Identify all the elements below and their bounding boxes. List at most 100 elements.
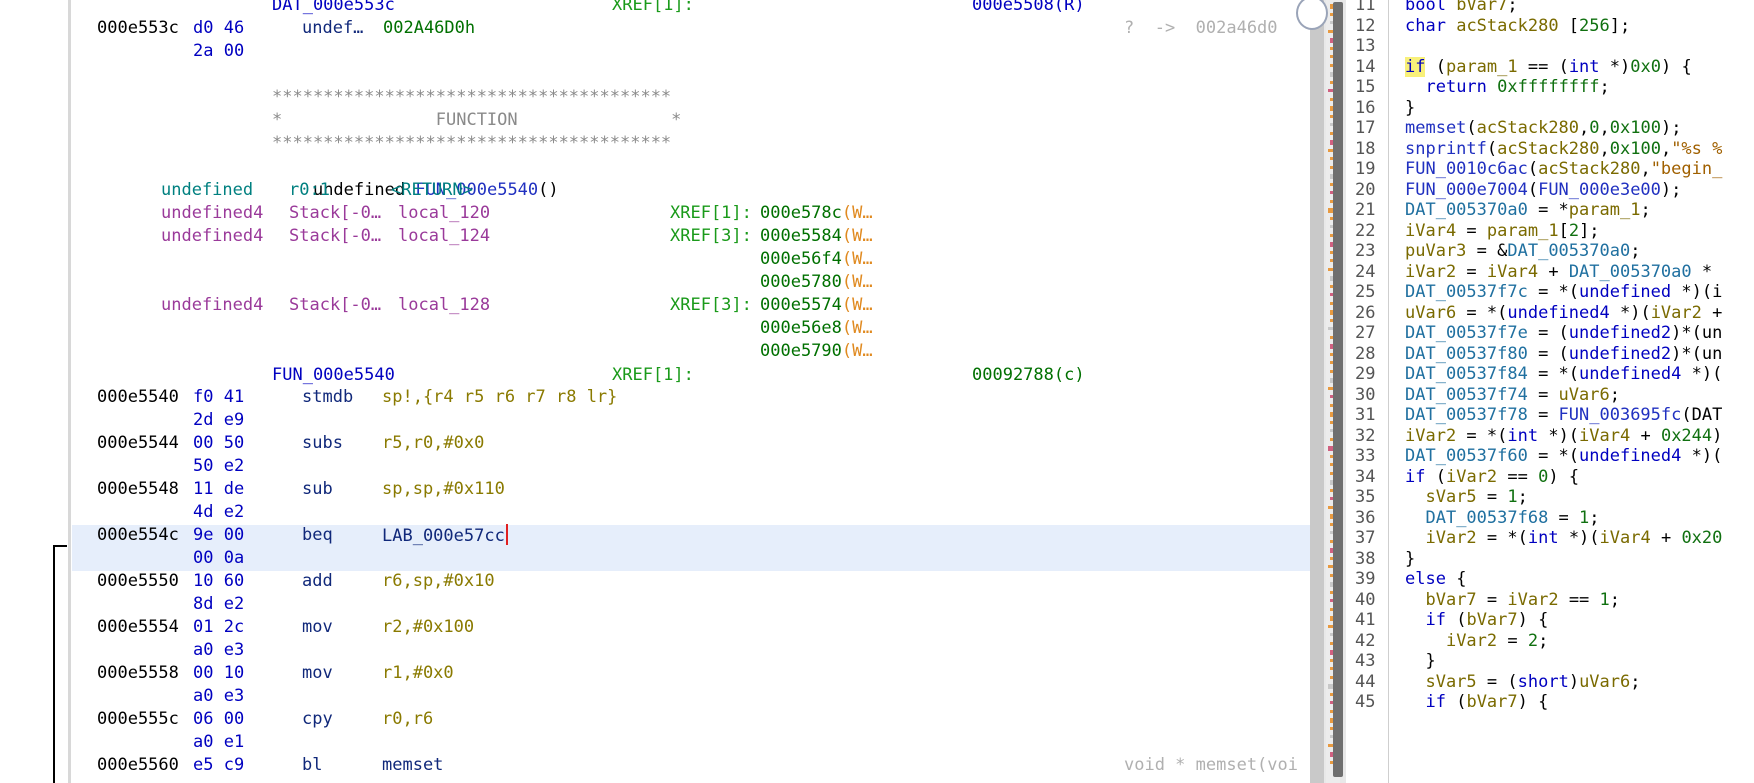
instruction-operand[interactable]: sp,sp,#0x110 bbox=[382, 478, 505, 501]
decompiler-code-line[interactable]: uVar6 = *(undefined4 *)(iVar2 + bbox=[1405, 303, 1722, 323]
xref-label: XREF[1]: bbox=[612, 365, 694, 385]
param-storage: Stack[-0… bbox=[289, 203, 382, 223]
instruction-operand[interactable]: r2,#0x100 bbox=[382, 616, 474, 639]
instruction-operand[interactable]: r1,#0x0 bbox=[382, 662, 454, 685]
decompiler-line-number: 19 bbox=[1355, 159, 1376, 179]
decompiler-code-line[interactable]: } bbox=[1405, 549, 1415, 569]
decompiler-code-line[interactable]: iVar2 = *(int *)(iVar4 + 0x20 bbox=[1405, 528, 1722, 548]
decompiler-code-line[interactable]: if (bVar7) { bbox=[1405, 692, 1548, 712]
xref-target[interactable]: 000e56e8(W… bbox=[760, 317, 873, 340]
instruction-mnemonic[interactable]: sub bbox=[302, 478, 333, 501]
instruction-address[interactable]: 000e5558 bbox=[97, 662, 179, 685]
param-name[interactable]: local_120 bbox=[398, 202, 490, 225]
xref-target[interactable]: 000e5584(W… bbox=[760, 225, 873, 248]
instruction-address[interactable]: 000e5560 bbox=[97, 754, 179, 777]
decompiler-line-number: 41 bbox=[1355, 610, 1376, 630]
instruction-operand[interactable]: r6,sp,#0x10 bbox=[382, 570, 495, 593]
decompiler-line-number: 35 bbox=[1355, 487, 1376, 507]
instruction-operand[interactable]: sp!,{r4 r5 r6 r7 r8 lr} bbox=[382, 386, 617, 409]
mnemonic[interactable]: undef… bbox=[302, 17, 363, 40]
decompiler-code-line[interactable]: DAT_00537f60 = *(undefined4 *)( bbox=[1405, 446, 1722, 466]
scrollbar-thumb[interactable] bbox=[1333, 2, 1343, 777]
instruction-mnemonic[interactable]: mov bbox=[302, 616, 333, 639]
instruction-address[interactable]: 000e5554 bbox=[97, 616, 179, 639]
xref-target[interactable]: 000e5780(W… bbox=[760, 271, 873, 294]
data-label[interactable]: DAT_000e553c bbox=[272, 0, 395, 17]
address[interactable]: 000e553c bbox=[97, 17, 179, 40]
param-name[interactable]: local_124 bbox=[398, 225, 490, 248]
instruction-mnemonic[interactable]: beq bbox=[302, 524, 333, 547]
instruction-bytes: 00 0a bbox=[193, 548, 245, 568]
decompiler-code-line[interactable]: } bbox=[1405, 98, 1415, 118]
xref-target[interactable]: 000e5574(W… bbox=[760, 294, 873, 317]
decompiler-code-line[interactable]: puVar3 = &DAT_005370a0; bbox=[1405, 241, 1640, 261]
xref-target[interactable]: 000e56f4(W… bbox=[760, 248, 873, 271]
decompiler-line-number: 29 bbox=[1355, 364, 1376, 384]
decompiler-code-line[interactable]: DAT_005370a0 = *param_1; bbox=[1405, 200, 1651, 220]
listing-left-margin[interactable] bbox=[0, 0, 70, 783]
instruction-operand[interactable]: r0,r6 bbox=[382, 708, 433, 731]
xref-target[interactable]: 000e578c(W… bbox=[760, 202, 873, 225]
xref-target[interactable]: 00092788(c) bbox=[972, 364, 1085, 387]
decompiler-code-line[interactable]: DAT_00537f74 = uVar6; bbox=[1405, 385, 1620, 405]
decompiler-line-number: 12 bbox=[1355, 15, 1376, 36]
decompiler-code-line[interactable]: else { bbox=[1405, 569, 1466, 589]
instruction-address[interactable]: 000e5548 bbox=[97, 478, 179, 501]
xref-label: XREF[3]: bbox=[670, 226, 752, 246]
decompiler-code-line[interactable]: sVar5 = (short)uVar6; bbox=[1405, 672, 1640, 692]
instruction-address[interactable]: 000e555c bbox=[97, 708, 179, 731]
instruction-address[interactable]: 000e5540 bbox=[97, 386, 179, 409]
instruction-mnemonic[interactable]: bl bbox=[302, 754, 322, 777]
operand[interactable]: 002A46D0h bbox=[383, 17, 475, 40]
decompiler-code-line[interactable]: iVar2 = 2; bbox=[1405, 631, 1548, 651]
instruction-bytes: 06 00 bbox=[193, 709, 245, 729]
decompiler-code-line[interactable]: if (param_1 == (int *)0x0) { bbox=[1405, 56, 1692, 77]
instruction-mnemonic[interactable]: stmdb bbox=[302, 386, 353, 409]
decompiler-code-line[interactable]: iVar2 = iVar4 + DAT_005370a0 * bbox=[1405, 262, 1712, 282]
decompiler-code-line[interactable]: iVar2 = *(int *)(iVar4 + 0x244) bbox=[1405, 426, 1722, 446]
decompiler-code-line[interactable]: char acStack280 [256]; bbox=[1405, 16, 1630, 36]
decompiler-code-line[interactable]: DAT_00537f84 = *(undefined4 *)( bbox=[1405, 364, 1722, 384]
instruction-address[interactable]: 000e5550 bbox=[97, 570, 179, 593]
decompiler-line-number: 39 bbox=[1355, 569, 1376, 589]
decompiler-line-number: 42 bbox=[1355, 630, 1376, 651]
decompiler-line-number: 40 bbox=[1355, 589, 1376, 610]
decompiler-code-line[interactable]: return 0xffffffff; bbox=[1405, 77, 1609, 97]
decompiler-code-line[interactable]: sVar5 = 1; bbox=[1405, 487, 1527, 507]
decompiler-code-line[interactable]: if (iVar2 == 0) { bbox=[1405, 467, 1579, 487]
listing-margin-divider bbox=[68, 0, 71, 783]
decompiler-code-line[interactable]: bool bVar7; bbox=[1405, 0, 1518, 15]
decompiler-code-line[interactable]: DAT_00537f7c = *(undefined *)(i bbox=[1405, 282, 1722, 302]
decompiler-code-line[interactable]: FUN_0010c6ac(acStack280,"begin_ bbox=[1405, 159, 1722, 179]
decompiler-code-line[interactable]: if (bVar7) { bbox=[1405, 610, 1548, 630]
instruction-operand[interactable]: memset bbox=[382, 754, 443, 777]
decompiler-code-line[interactable]: DAT_00537f68 = 1; bbox=[1405, 508, 1599, 528]
decompiler-code-line[interactable]: memset(acStack280,0,0x100); bbox=[1405, 118, 1681, 138]
instruction-mnemonic[interactable]: add bbox=[302, 570, 333, 593]
decompiler-code-line[interactable]: } bbox=[1405, 651, 1435, 671]
param-name[interactable]: <RETURN> bbox=[391, 179, 473, 202]
decompiler-code-line[interactable]: snprintf(acStack280,0x100,"%s % bbox=[1405, 139, 1722, 159]
decompiler-code-line[interactable]: bVar7 = iVar2 == 1; bbox=[1405, 590, 1620, 610]
decompiler-code-line[interactable]: DAT_00537f7e = (undefined2)*(un bbox=[1405, 323, 1722, 343]
instruction-address[interactable]: 000e554c bbox=[97, 524, 179, 547]
instruction-bytes: 4d e2 bbox=[193, 502, 245, 522]
instruction-mnemonic[interactable]: mov bbox=[302, 662, 333, 685]
xref-target[interactable]: 000e5508(R) bbox=[972, 0, 1085, 17]
decompiler-code-line[interactable]: iVar4 = param_1[2]; bbox=[1405, 221, 1600, 241]
decompiler-line-number: 24 bbox=[1355, 261, 1376, 282]
instruction-operand[interactable]: LAB_000e57cc bbox=[382, 524, 508, 548]
instruction-mnemonic[interactable]: cpy bbox=[302, 708, 333, 731]
instruction-mnemonic[interactable]: subs bbox=[302, 432, 343, 455]
function-label[interactable]: FUN_000e5540 bbox=[272, 364, 395, 387]
instruction-address[interactable]: 000e5544 bbox=[97, 432, 179, 455]
listing-panel[interactable]: DAT_000e553c XREF[1]: 000e5508(R) 000e55… bbox=[0, 0, 1310, 783]
decompiler-code-line[interactable]: DAT_00537f78 = FUN_003695fc(DAT bbox=[1405, 405, 1722, 425]
decompiler-code-line[interactable]: DAT_00537f80 = (undefined2)*(un bbox=[1405, 344, 1722, 364]
bytes: 2a 00 bbox=[193, 41, 245, 61]
instruction-operand[interactable]: r5,r0,#0x0 bbox=[382, 432, 484, 455]
param-name[interactable]: local_128 bbox=[398, 294, 490, 317]
listing-vertical-scrollbar[interactable] bbox=[1310, 0, 1324, 783]
xref-target[interactable]: 000e5790(W… bbox=[760, 340, 873, 363]
decompiler-code-line[interactable]: FUN_000e7004(FUN_000e3e00); bbox=[1405, 180, 1681, 200]
